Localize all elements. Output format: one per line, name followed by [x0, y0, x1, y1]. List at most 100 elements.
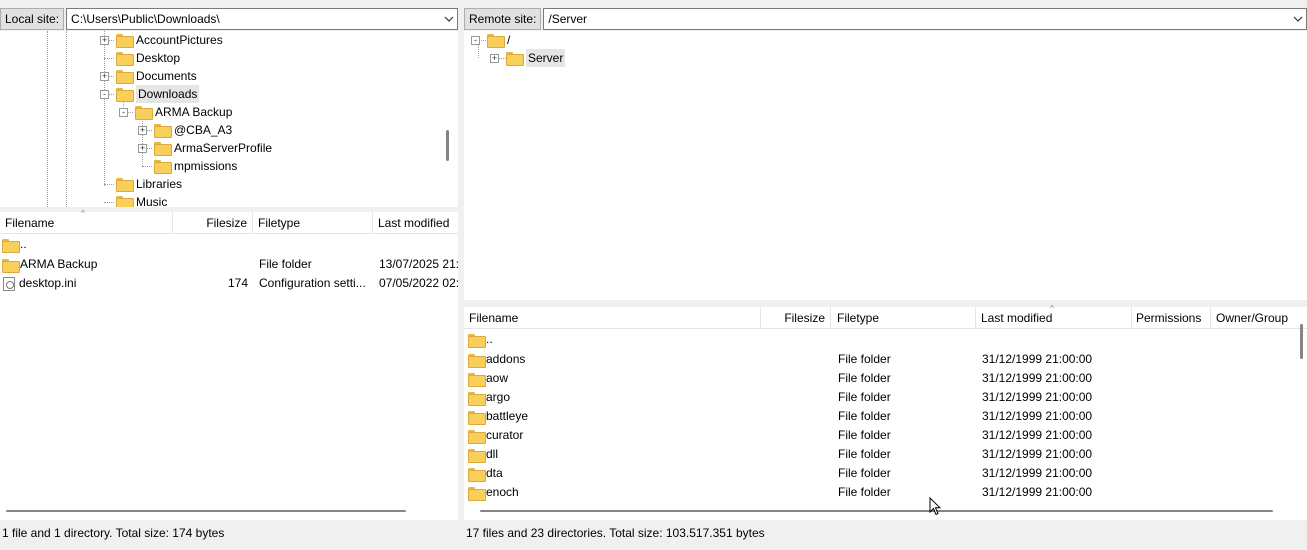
- filename-text: ARMA Backup: [20, 257, 98, 271]
- folder-icon: [116, 196, 134, 207]
- filename-cell: aow: [468, 369, 758, 388]
- table-row[interactable]: desktop.ini 174 Configuration setti... 0…: [0, 274, 458, 293]
- filename-text: curator: [486, 428, 524, 442]
- filetype-cell: File folder: [838, 371, 891, 385]
- tree-item-cba-a3[interactable]: @CBA_A3: [154, 121, 232, 139]
- column-filetype[interactable]: Filetype: [832, 307, 976, 329]
- tree-item-arma-backup[interactable]: ARMA Backup: [135, 103, 232, 121]
- filetype-cell: File folder: [838, 390, 891, 404]
- tree-item-label: Music: [136, 195, 168, 207]
- tree-guide: [104, 58, 114, 59]
- tree-item-desktop[interactable]: Desktop: [116, 49, 180, 67]
- local-list-hscrollbar[interactable]: [6, 510, 406, 512]
- expand-icon[interactable]: +: [100, 72, 109, 81]
- chevron-down-icon[interactable]: [440, 9, 457, 29]
- table-row[interactable]: ARMA Backup File folder 13/07/2025 21:: [0, 255, 458, 274]
- tree-guide: [104, 184, 114, 185]
- column-filename[interactable]: Filename: [464, 307, 761, 329]
- tree-item-downloads[interactable]: Downloads: [116, 85, 200, 103]
- modified-cell: 31/12/1999 21:00:00: [982, 409, 1093, 423]
- column-filetype[interactable]: Filetype: [253, 212, 373, 234]
- expand-icon[interactable]: +: [138, 144, 147, 153]
- tree-item-armaserverprofile[interactable]: ArmaServerProfile: [154, 139, 272, 157]
- folder-icon: [154, 142, 172, 156]
- column-filesize[interactable]: Filesize: [761, 307, 831, 329]
- folder-icon: [468, 353, 486, 368]
- column-last-modified[interactable]: Last modified: [976, 307, 1132, 329]
- tree-item-accountpictures[interactable]: AccountPictures: [116, 31, 223, 49]
- local-tree-pane[interactable]: + + - - + + AccountPictures Desktop Docu…: [0, 31, 458, 207]
- tree-item-label: AccountPictures: [136, 33, 223, 47]
- collapse-icon[interactable]: -: [471, 36, 480, 45]
- local-path-input[interactable]: C:\Users\Public\Downloads\: [66, 8, 458, 30]
- expand-icon[interactable]: +: [490, 54, 499, 63]
- local-site-label: Local site:: [0, 8, 65, 30]
- filename-text: enoch: [486, 485, 519, 499]
- table-row[interactable]: dll File folder 31/12/1999 21:00:00: [464, 445, 1294, 464]
- table-row[interactable]: argo File folder 31/12/1999 21:00:00: [464, 388, 1294, 407]
- collapse-icon[interactable]: -: [119, 108, 128, 117]
- chevron-down-icon[interactable]: [1289, 9, 1306, 29]
- remote-path-input[interactable]: /Server: [543, 8, 1307, 30]
- expand-icon[interactable]: +: [100, 36, 109, 45]
- modified-cell: 31/12/1999 21:00:00: [982, 371, 1093, 385]
- tree-guide: [104, 31, 105, 186]
- table-row[interactable]: ..: [464, 330, 1294, 349]
- tree-item-documents[interactable]: Documents: [116, 67, 197, 85]
- filename-text: addons: [486, 352, 526, 366]
- remote-list-scrollbar[interactable]: [1300, 324, 1303, 359]
- folder-icon: [135, 106, 153, 120]
- table-row[interactable]: battleye File folder 31/12/1999 21:00:00: [464, 407, 1294, 426]
- column-owner-group[interactable]: Owner/Group: [1211, 307, 1307, 329]
- sort-up-icon: ^: [81, 209, 85, 218]
- tree-item-music[interactable]: Music: [116, 193, 167, 207]
- modified-cell: 31/12/1999 21:00:00: [982, 352, 1093, 366]
- folder-icon: [468, 467, 486, 482]
- filename-cell: ARMA Backup: [2, 255, 170, 274]
- tree-item-label: @CBA_A3: [174, 123, 233, 137]
- tree-item-label: Downloads: [136, 85, 200, 103]
- tree-item-label: Libraries: [136, 177, 183, 191]
- tree-item-label: ArmaServerProfile: [174, 141, 273, 155]
- filename-cell: argo: [468, 388, 758, 407]
- column-filesize[interactable]: Filesize: [173, 212, 253, 234]
- tree-guide: [104, 202, 114, 203]
- modified-cell: 07/05/2022 02:: [379, 276, 458, 290]
- folder-icon: [116, 178, 134, 192]
- filename-cell: dta: [468, 464, 758, 483]
- tree-item-mpmissions[interactable]: mpmissions: [154, 157, 237, 175]
- remote-list-hscrollbar[interactable]: [480, 510, 1273, 512]
- expand-icon[interactable]: +: [138, 126, 147, 135]
- filename-cell: battleye: [468, 407, 758, 426]
- filetype-cell: File folder: [838, 466, 891, 480]
- filename-text: dll: [486, 447, 499, 461]
- table-row[interactable]: curator File folder 31/12/1999 21:00:00: [464, 426, 1294, 445]
- tree-item-root[interactable]: /: [487, 31, 510, 49]
- table-row[interactable]: aow File folder 31/12/1999 21:00:00: [464, 369, 1294, 388]
- modified-cell: 31/12/1999 21:00:00: [982, 485, 1093, 499]
- table-row[interactable]: ..: [0, 235, 458, 254]
- table-row[interactable]: addons File folder 31/12/1999 21:00:00: [464, 350, 1294, 369]
- remote-tree-pane[interactable]: - + / Server: [464, 31, 1307, 300]
- local-file-list[interactable]: Filename ^ Filesize Filetype Last modifi…: [0, 209, 458, 520]
- sort-up-icon: ^: [1050, 304, 1054, 313]
- table-row[interactable]: dta File folder 31/12/1999 21:00:00: [464, 464, 1294, 483]
- filename-text: argo: [486, 390, 511, 404]
- folder-icon: [116, 52, 134, 66]
- filename-cell: ..: [468, 330, 758, 349]
- local-tree-scrollbar[interactable]: [446, 130, 449, 161]
- filetype-cell: File folder: [838, 428, 891, 442]
- local-list-header: Filename ^ Filesize Filetype Last modifi…: [0, 209, 458, 234]
- remote-file-list[interactable]: Filename Filesize Filetype Last modified…: [464, 304, 1307, 520]
- tree-item-server[interactable]: Server: [506, 49, 566, 67]
- folder-icon: [506, 52, 524, 66]
- modified-cell: 13/07/2025 21:: [379, 257, 458, 271]
- table-row[interactable]: enoch File folder 31/12/1999 21:00:00: [464, 483, 1294, 502]
- column-permissions[interactable]: Permissions: [1131, 307, 1211, 329]
- folder-icon: [116, 88, 134, 102]
- column-filename[interactable]: Filename: [0, 212, 173, 234]
- tree-guide: [498, 58, 506, 59]
- tree-item-libraries[interactable]: Libraries: [116, 175, 182, 193]
- collapse-icon[interactable]: -: [100, 90, 109, 99]
- column-last-modified[interactable]: Last modified: [373, 212, 458, 234]
